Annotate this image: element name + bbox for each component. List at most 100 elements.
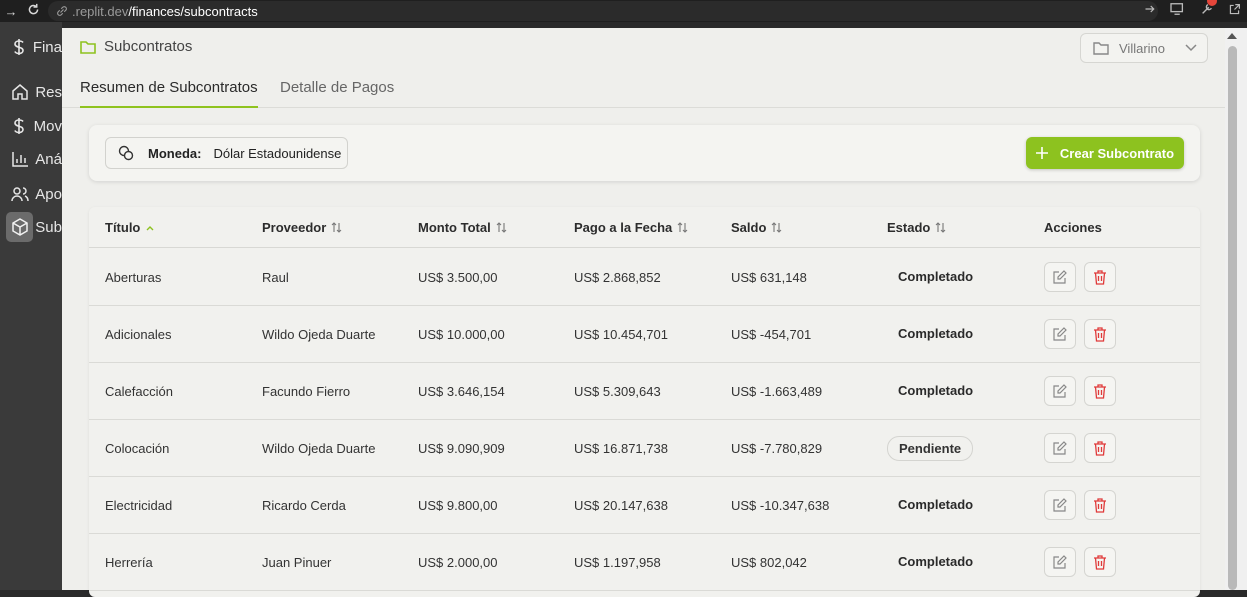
devices-icon[interactable]: [1170, 2, 1186, 16]
address-bar[interactable]: .replit.dev/finances/subcontracts: [48, 1, 1158, 21]
external-link-icon[interactable]: [1228, 3, 1241, 16]
sidebar-item-movimientos[interactable]: Mov: [0, 111, 62, 141]
column-header-pago[interactable]: Pago a la Fecha: [574, 220, 688, 235]
sidebar-item-label: Aná: [35, 150, 62, 168]
folder-icon: [1093, 42, 1109, 55]
status-badge: Completado: [898, 269, 974, 284]
cell-proveedor: Facundo Fierro: [262, 384, 351, 399]
edit-button[interactable]: [1044, 547, 1076, 577]
cell-pago-fecha: US$ 16.871,738: [574, 441, 668, 456]
trash-icon: [1094, 383, 1106, 399]
project-select[interactable]: Villarino: [1080, 33, 1208, 63]
delete-button[interactable]: [1084, 262, 1116, 292]
table-row: Calefacción Facundo Fierro US$ 3.646,154 US…: [89, 363, 1200, 420]
currency-label: Moneda:: [148, 145, 202, 161]
edit-button[interactable]: [1044, 319, 1076, 349]
column-header-saldo[interactable]: Saldo: [731, 220, 782, 235]
status-badge: Completado: [898, 383, 974, 398]
folder-icon: [80, 40, 96, 54]
cell-titulo: Aberturas: [105, 270, 162, 285]
sort-icon: [331, 222, 342, 233]
plus-icon: [1035, 147, 1048, 159]
column-label: Acciones: [1044, 220, 1102, 235]
bar-chart-icon: [11, 149, 29, 169]
edit-button[interactable]: [1044, 433, 1076, 463]
sort-icon: [772, 222, 782, 233]
cell-pago-fecha: US$ 10.454,701: [574, 327, 668, 342]
sort-asc-icon: [146, 225, 154, 230]
sidebar-item-finanzas[interactable]: Fina: [0, 32, 62, 62]
tab-detalle-pagos[interactable]: Detalle de Pagos: [280, 79, 394, 108]
edit-icon: [1053, 270, 1067, 284]
delete-button[interactable]: [1084, 376, 1116, 406]
column-header-proveedor[interactable]: Proveedor: [262, 220, 342, 235]
cell-pago-fecha: US$ 1.197,958: [574, 555, 661, 570]
cell-saldo: US$ -1.663,489: [731, 384, 823, 399]
cell-proveedor: Raul: [262, 270, 289, 285]
tab-bar: Resumen de Subcontratos Detalle de Pagos: [62, 72, 1225, 108]
status-badge: Completado: [898, 326, 974, 341]
chevron-down-icon: [1185, 44, 1197, 52]
scroll-up-icon[interactable]: [1227, 33, 1237, 39]
column-header-titulo[interactable]: Título: [105, 220, 155, 235]
cell-titulo: Electricidad: [105, 498, 173, 513]
sidebar-item-resumen[interactable]: Res: [0, 77, 62, 107]
column-label: Pago a la Fecha: [574, 220, 673, 235]
delete-button[interactable]: [1084, 547, 1116, 577]
breadcrumb: Subcontratos: [80, 38, 192, 55]
currency-select[interactable]: Moneda: Dólar Estadounidense: [105, 137, 348, 169]
cell-titulo: Calefacción: [105, 384, 173, 399]
cell-titulo: Colocación: [105, 441, 170, 456]
sidebar-item-label: Fina: [32, 38, 62, 56]
edit-button[interactable]: [1044, 262, 1076, 292]
column-label: Título: [105, 220, 141, 235]
subcontracts-table: Título Proveedor Monto Total Pago a la F…: [89, 207, 1200, 597]
trash-icon: [1094, 554, 1106, 570]
box-icon: [6, 212, 34, 242]
scrollbar[interactable]: [1225, 28, 1247, 590]
edit-icon: [1053, 441, 1067, 455]
edit-button[interactable]: [1044, 376, 1076, 406]
edit-button[interactable]: [1044, 490, 1076, 520]
cell-saldo: US$ 631,148: [731, 270, 807, 285]
reload-icon[interactable]: [22, 3, 44, 19]
sidebar-item-analisis[interactable]: Aná: [0, 144, 62, 174]
sidebar-item-label: Sub: [35, 218, 62, 236]
trash-icon: [1094, 269, 1106, 285]
url-path: /finances/subcontracts: [128, 3, 258, 19]
column-header-monto[interactable]: Monto Total: [418, 220, 507, 235]
cell-proveedor: Wildo Ojeda Duarte: [262, 327, 376, 342]
cell-monto-total: US$ 9.090,909: [418, 441, 505, 456]
delete-button[interactable]: [1084, 433, 1116, 463]
url-host: .replit.dev: [72, 3, 129, 19]
tools-icon[interactable]: [1200, 0, 1217, 16]
cell-saldo: US$ -7.780,829: [731, 441, 823, 456]
edit-icon: [1053, 555, 1067, 569]
cell-titulo: Adicionales: [105, 327, 172, 342]
edit-icon: [1053, 498, 1067, 512]
forward-icon[interactable]: →: [0, 4, 22, 19]
cell-proveedor: Juan Pinuer: [262, 555, 332, 570]
users-icon: [11, 184, 29, 204]
coins-icon: [118, 145, 134, 161]
project-name: Villarino: [1119, 40, 1166, 56]
edit-icon: [1053, 327, 1067, 341]
create-subcontract-label: Crear Subcontrato: [1059, 145, 1175, 161]
browser-toolbar: → .replit.dev/finances/subcontracts: [0, 0, 1247, 22]
home-icon: [11, 82, 29, 102]
delete-button[interactable]: [1084, 319, 1116, 349]
status-badge: Completado: [898, 554, 974, 569]
column-header-estado[interactable]: Estado: [887, 220, 946, 235]
arrow-right-icon[interactable]: [1144, 3, 1156, 15]
sidebar-item-aportes[interactable]: Apo: [0, 179, 62, 209]
column-label: Saldo: [731, 220, 767, 235]
create-subcontract-button[interactable]: Crear Subcontrato: [1026, 137, 1184, 169]
scrollbar-thumb[interactable]: [1228, 46, 1237, 590]
tab-resumen[interactable]: Resumen de Subcontratos: [80, 79, 258, 108]
table-row: Aberturas Raul US$ 3.500,00 US$ 2.868,852 US…: [89, 249, 1200, 306]
table-row: Herrería Juan Pinuer US$ 2.000,00 US$ 1.197…: [89, 534, 1200, 591]
column-header-acciones: Acciones: [1044, 220, 1102, 235]
sidebar-item-subcontratos[interactable]: Sub: [0, 212, 62, 242]
notification-badge: [1207, 0, 1217, 6]
delete-button[interactable]: [1084, 490, 1116, 520]
